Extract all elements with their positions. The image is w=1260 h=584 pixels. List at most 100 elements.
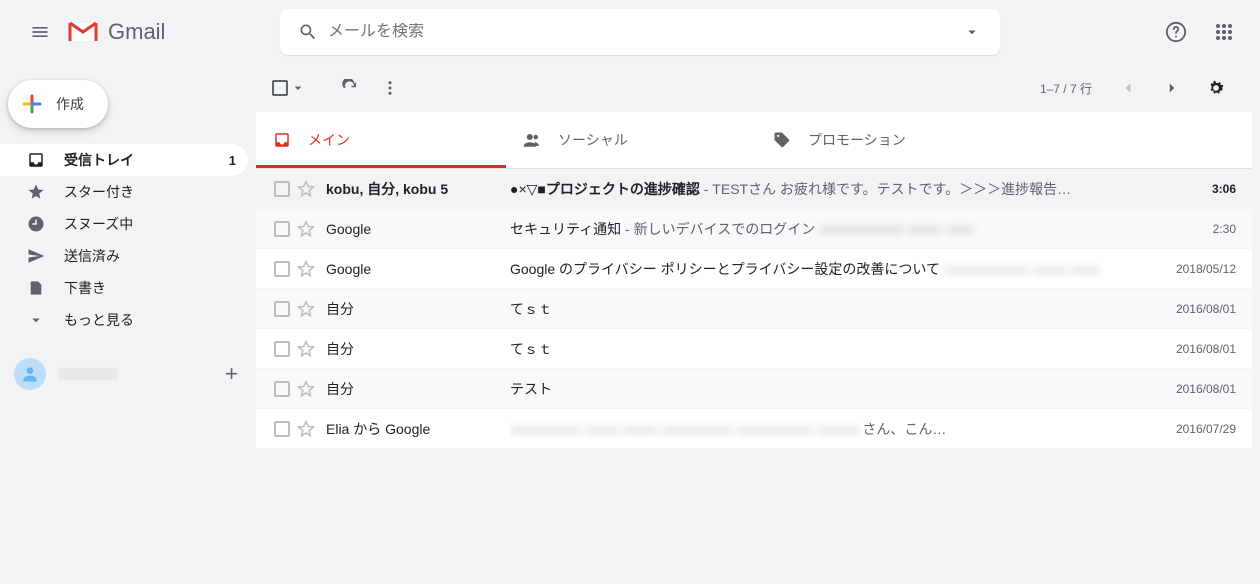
row-date: 2:30 — [1146, 222, 1236, 236]
tab-label: メイン — [308, 130, 350, 150]
row-sender: Google — [320, 221, 510, 237]
message-row[interactable]: 自分てｓｔ2016/08/01 — [256, 329, 1252, 369]
star-outline-icon — [297, 380, 315, 398]
sidebar-item-file[interactable]: 下書き — [0, 272, 248, 304]
chevron-right-icon — [1163, 79, 1181, 97]
row-date: 2016/08/01 — [1146, 342, 1236, 356]
select-all[interactable] — [272, 80, 306, 96]
apps-grid-icon — [1215, 23, 1233, 41]
inbox-icon — [26, 150, 46, 170]
search-options-button[interactable] — [952, 12, 992, 52]
row-checkbox[interactable] — [272, 221, 292, 237]
row-sender: Elia から Google — [320, 419, 510, 439]
tab-promotions[interactable]: プロモーション — [756, 112, 1006, 168]
row-star[interactable] — [292, 180, 320, 198]
message-row[interactable]: Googleセキュリティ通知 - 新しいデバイスでのログイン xxxxxxxxx… — [256, 209, 1252, 249]
avatar[interactable] — [14, 358, 46, 390]
star-outline-icon — [297, 180, 315, 198]
sidebar-item-label: 下書き — [64, 278, 106, 298]
star-outline-icon — [297, 260, 315, 278]
row-star[interactable] — [292, 220, 320, 238]
category-tabs: メイン ソーシャル プロモーション — [256, 112, 1252, 169]
compose-button[interactable]: 作成 — [8, 80, 108, 128]
product-name: Gmail — [108, 19, 165, 45]
support-button[interactable] — [1156, 12, 1196, 52]
file-icon — [26, 278, 46, 298]
main-menu-button[interactable] — [16, 8, 64, 56]
sidebar: 作成 受信トレイ 1 スター付きスヌーズ中送信済み下書きもっと見る + — [0, 64, 256, 584]
row-checkbox[interactable] — [272, 301, 292, 317]
compose-label: 作成 — [56, 94, 84, 114]
settings-button[interactable] — [1196, 68, 1236, 108]
row-sender: kobu, 自分, kobu 5 — [320, 179, 510, 199]
row-star[interactable] — [292, 300, 320, 318]
more-button[interactable] — [370, 68, 410, 108]
prev-page-button[interactable] — [1108, 68, 1148, 108]
chevron-down-icon — [290, 80, 306, 96]
row-sender: Google — [320, 261, 510, 277]
refresh-button[interactable] — [330, 68, 370, 108]
hangouts-name-blurred — [58, 368, 118, 380]
search-input[interactable] — [328, 23, 952, 41]
row-checkbox[interactable] — [272, 181, 292, 197]
row-checkbox[interactable] — [272, 421, 292, 437]
tab-primary[interactable]: メイン — [256, 112, 506, 168]
row-checkbox[interactable] — [272, 381, 292, 397]
row-sender: 自分 — [320, 379, 510, 399]
star-icon — [26, 182, 46, 202]
row-star[interactable] — [292, 380, 320, 398]
gmail-logo[interactable]: Gmail — [68, 19, 240, 45]
hangouts-add-button[interactable]: + — [225, 361, 238, 387]
sidebar-item-count: 1 — [229, 153, 236, 168]
promotions-icon — [772, 130, 792, 150]
row-date: 3:06 — [1146, 182, 1236, 196]
tab-label: ソーシャル — [558, 130, 628, 150]
row-star[interactable] — [292, 420, 320, 438]
sidebar-item-more[interactable]: もっと見る — [0, 304, 248, 336]
row-subject: セキュリティ通知 - 新しいデバイスでのログイン xxxxxxxxxxxx xx… — [510, 219, 1146, 239]
row-subject: ●×▽■プロジェクトの進捗確認 - TESTさん お疲れ様です。テストです。＞＞… — [510, 179, 1146, 199]
header-actions — [1156, 12, 1244, 52]
row-date: 2016/07/29 — [1146, 422, 1236, 436]
message-row[interactable]: 自分テスト2016/08/01 — [256, 369, 1252, 409]
plus-icon — [20, 92, 44, 116]
send-icon — [26, 246, 46, 266]
page-info: 1–7 / 7 行 — [1040, 80, 1092, 97]
message-row[interactable]: Elia から Googlexxxxxxxxxx xxxxx xxxxx xxx… — [256, 409, 1252, 449]
row-star[interactable] — [292, 260, 320, 278]
chevron-down-icon — [963, 23, 981, 41]
search-box[interactable] — [280, 9, 1000, 55]
star-outline-icon — [297, 340, 315, 358]
message-row[interactable]: GoogleGoogle のプライバシー ポリシーとプライバシー設定の改善につい… — [256, 249, 1252, 289]
sidebar-item-clock[interactable]: スヌーズ中 — [0, 208, 248, 240]
tab-social[interactable]: ソーシャル — [506, 112, 756, 168]
row-checkbox[interactable] — [272, 341, 292, 357]
message-row[interactable]: 自分てｓｔ2016/08/01 — [256, 289, 1252, 329]
body: 作成 受信トレイ 1 スター付きスヌーズ中送信済み下書きもっと見る + — [0, 64, 1260, 584]
chevron-left-icon — [1119, 79, 1137, 97]
search-icon — [288, 12, 328, 52]
message-list: kobu, 自分, kobu 5●×▽■プロジェクトの進捗確認 - TESTさん… — [256, 169, 1252, 449]
main-pane: 1–7 / 7 行 メイン ソーシャル プロモーション kobu, 自分, kobu… — [256, 64, 1260, 584]
sidebar-item-label: 受信トレイ — [64, 150, 134, 170]
row-sender: 自分 — [320, 339, 510, 359]
apps-button[interactable] — [1204, 12, 1244, 52]
row-date: 2016/08/01 — [1146, 302, 1236, 316]
next-page-button[interactable] — [1152, 68, 1192, 108]
app-header: Gmail — [0, 0, 1260, 64]
row-subject: てｓｔ — [510, 339, 1146, 359]
row-date: 2016/08/01 — [1146, 382, 1236, 396]
row-sender: 自分 — [320, 299, 510, 319]
row-date: 2018/05/12 — [1146, 262, 1236, 276]
sidebar-item-star[interactable]: スター付き — [0, 176, 248, 208]
person-icon — [20, 364, 40, 384]
row-checkbox[interactable] — [272, 261, 292, 277]
tab-label: プロモーション — [808, 130, 906, 150]
sidebar-item-send[interactable]: 送信済み — [0, 240, 248, 272]
sidebar-item-inbox[interactable]: 受信トレイ 1 — [0, 144, 248, 176]
sidebar-item-label: スヌーズ中 — [64, 214, 133, 234]
primary-icon — [272, 130, 292, 150]
star-outline-icon — [297, 220, 315, 238]
row-star[interactable] — [292, 340, 320, 358]
message-row[interactable]: kobu, 自分, kobu 5●×▽■プロジェクトの進捗確認 - TESTさん… — [256, 169, 1252, 209]
